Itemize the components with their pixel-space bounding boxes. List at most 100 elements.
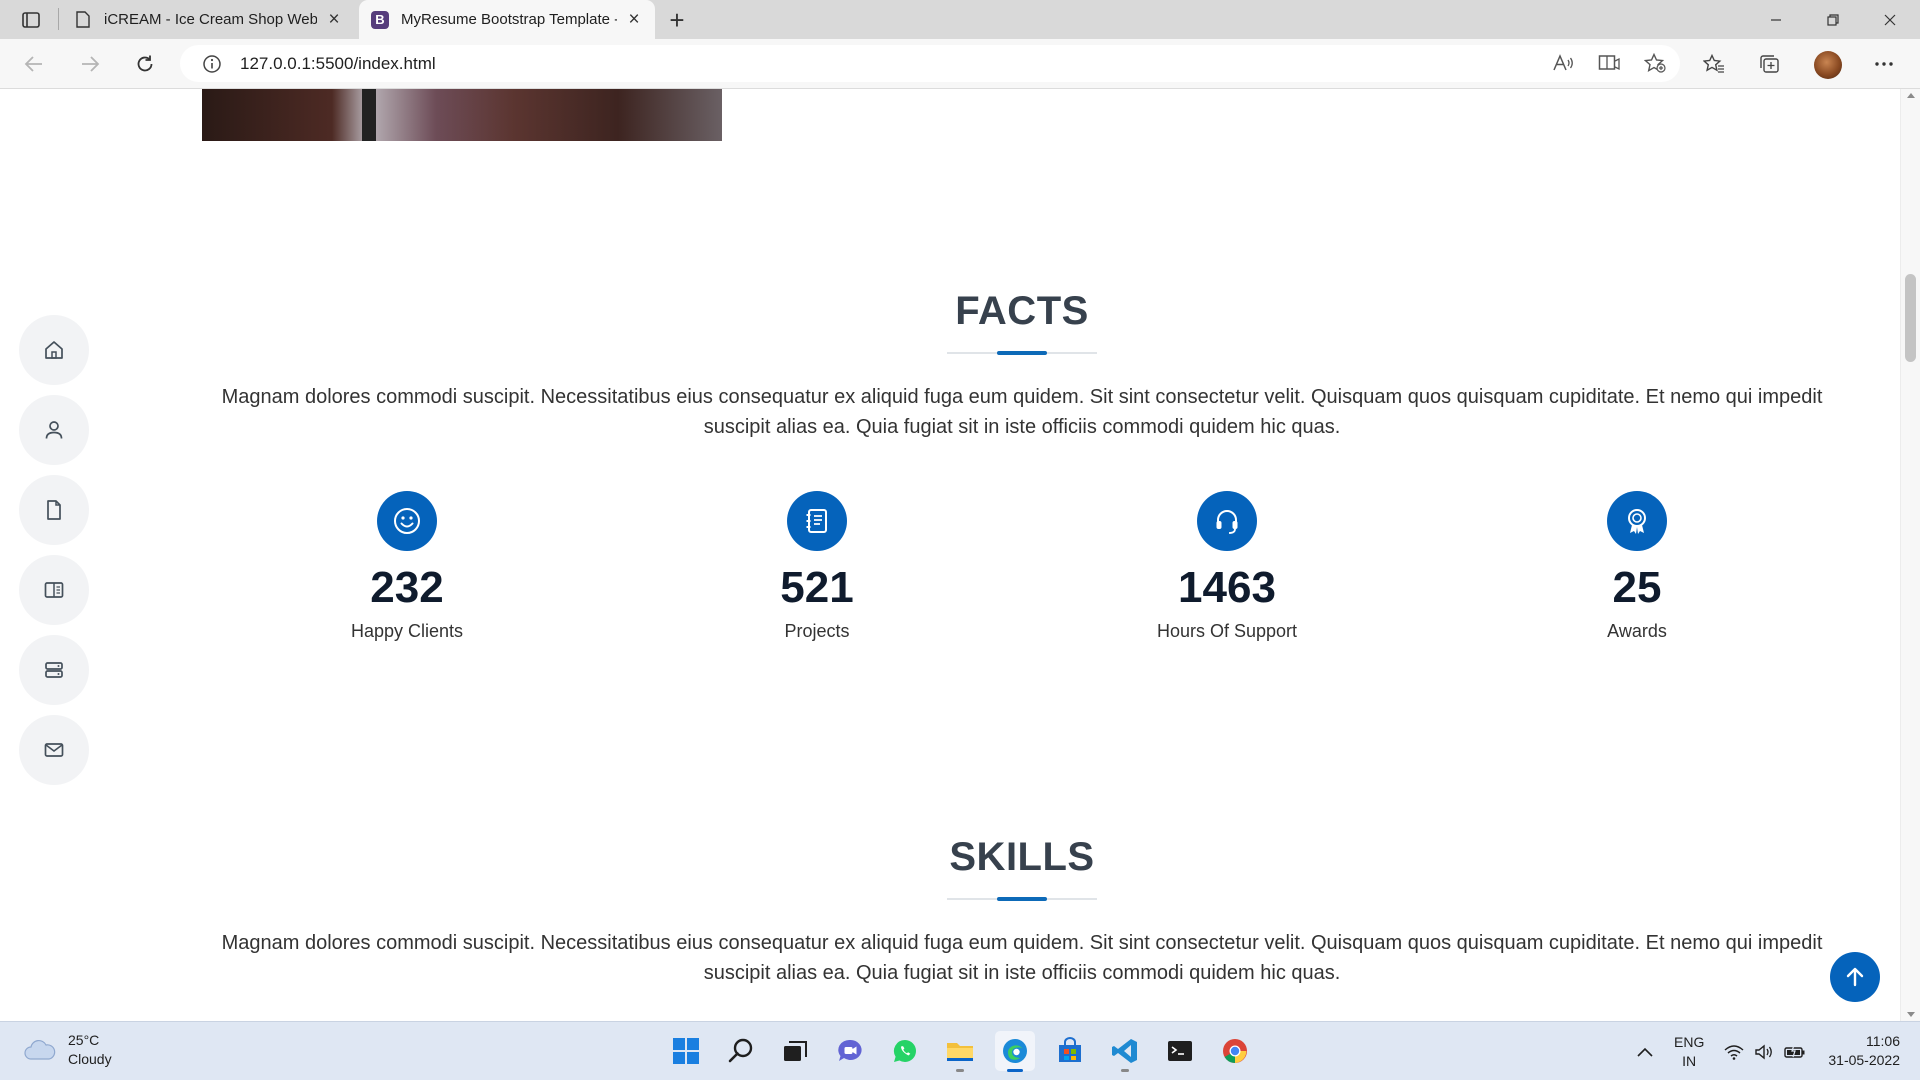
add-favorite-icon[interactable] <box>1644 53 1666 73</box>
favorites-icon[interactable] <box>1700 50 1728 78</box>
task-view-button[interactable] <box>775 1031 815 1071</box>
language-indicator[interactable]: ENG IN <box>1674 1022 1704 1081</box>
scroll-up-arrow[interactable] <box>1907 93 1915 98</box>
fact-value: 1463 <box>1178 563 1276 612</box>
more-menu-icon[interactable] <box>1870 50 1898 78</box>
restore-button[interactable] <box>1805 0 1861 39</box>
nav-home[interactable] <box>19 315 89 385</box>
journal-list-icon <box>787 491 847 551</box>
show-hidden-icons[interactable] <box>1636 1022 1654 1081</box>
clock-date: 31-05-2022 <box>1828 1052 1900 1068</box>
server-icon <box>45 662 63 678</box>
tab-myresume[interactable]: B MyResume Bootstrap Template - Index × <box>359 0 655 39</box>
read-aloud-icon[interactable] <box>1552 53 1574 73</box>
back-to-top-button[interactable] <box>1830 952 1880 1002</box>
refresh-icon[interactable] <box>131 50 159 78</box>
side-nav <box>19 315 89 785</box>
tab-divider <box>58 8 59 30</box>
file-icon <box>47 500 61 520</box>
close-window-button[interactable] <box>1862 0 1918 39</box>
award-icon <box>1607 491 1667 551</box>
weather-condition: Cloudy <box>68 1051 112 1067</box>
teams-chat-icon <box>838 1039 862 1061</box>
system-clock[interactable]: 11:06 31-05-2022 <box>1824 1032 1900 1070</box>
whatsapp-icon <box>893 1039 916 1062</box>
start-button[interactable] <box>666 1031 706 1071</box>
nav-services[interactable] <box>19 635 89 705</box>
site-info-icon[interactable] <box>202 54 222 74</box>
tab-title: iCREAM - Ice Cream Shop Website <box>104 11 317 28</box>
task-view-icon <box>784 1041 807 1061</box>
page-scrollbar[interactable] <box>1900 89 1920 1021</box>
facts-counters: 232 Happy Clients 521 Projects 1463 Hour… <box>202 491 1842 642</box>
close-tab-icon[interactable]: × <box>325 9 343 30</box>
facts-section: FACTS Magnam dolores commodi suscipit. N… <box>202 289 1842 442</box>
tab-icream[interactable]: iCREAM - Ice Cream Shop Website × <box>62 0 355 39</box>
edge-icon <box>1003 1039 1027 1063</box>
language-line2: IN <box>1682 1052 1697 1069</box>
arrow-up-icon <box>1846 967 1864 987</box>
chevron-up-icon <box>1637 1047 1653 1057</box>
teams-chat-button[interactable] <box>830 1031 870 1071</box>
windows-taskbar: 25°C Cloudy ENG IN 11:06 31-05-2022 <box>0 1021 1920 1080</box>
collections-icon[interactable] <box>1756 50 1784 78</box>
nav-portfolio[interactable] <box>19 555 89 625</box>
fact-value: 232 <box>370 563 444 612</box>
address-bar-row: 127.0.0.1:5500/index.html <box>0 39 1920 89</box>
fact-happy-clients: 232 Happy Clients <box>202 491 612 642</box>
fact-label: Happy Clients <box>350 621 464 641</box>
fact-label: Projects <box>784 621 850 641</box>
weather-widget[interactable]: 25°C Cloudy <box>22 1031 112 1069</box>
profile-avatar[interactable] <box>1814 51 1842 79</box>
skills-section: SKILLS Magnam dolores commodi suscipit. … <box>202 835 1842 988</box>
battery-icon <box>1784 1044 1805 1058</box>
skills-title: SKILLS <box>949 835 1095 879</box>
store-button[interactable] <box>1050 1031 1090 1071</box>
url-field[interactable]: 127.0.0.1:5500/index.html <box>180 45 1680 82</box>
new-tab-button[interactable]: + <box>664 5 690 35</box>
fact-support-hours: 1463 Hours Of Support <box>1022 491 1432 642</box>
volume-icon <box>1755 1044 1772 1059</box>
page-viewport: FACTS Magnam dolores commodi suscipit. N… <box>0 89 1920 1021</box>
close-tab-icon[interactable]: × <box>625 9 643 30</box>
search-button[interactable] <box>721 1031 761 1071</box>
clock-time: 11:06 <box>1866 1033 1900 1049</box>
smiley-icon <box>377 491 437 551</box>
nav-resume[interactable] <box>19 475 89 545</box>
edge-button[interactable] <box>995 1031 1035 1072</box>
person-icon <box>45 421 63 439</box>
book-icon <box>44 582 64 598</box>
tab-title: MyResume Bootstrap Template - Index <box>401 11 617 28</box>
chrome-button[interactable] <box>1215 1031 1255 1071</box>
fact-awards: 25 Awards <box>1432 491 1842 642</box>
immersive-reader-icon[interactable] <box>1598 53 1620 73</box>
nav-contact[interactable] <box>19 715 89 785</box>
system-tray-icons[interactable] <box>1724 1022 1806 1081</box>
bootstrap-favicon: B <box>371 10 389 29</box>
wifi-icon <box>1724 1044 1744 1060</box>
fact-label: Hours Of Support <box>1156 621 1298 641</box>
fact-label: Awards <box>1607 621 1667 641</box>
scrollbar-thumb[interactable] <box>1905 274 1916 362</box>
tab-actions-icon[interactable] <box>18 9 44 31</box>
url-text: 127.0.0.1:5500/index.html <box>240 53 436 73</box>
store-icon <box>1059 1037 1081 1062</box>
minimize-button[interactable] <box>1748 0 1804 39</box>
weather-temp: 25°C <box>68 1032 100 1048</box>
file-explorer-button[interactable] <box>940 1031 980 1072</box>
browser-tab-bar: iCREAM - Ice Cream Shop Website × B MyRe… <box>0 0 1920 39</box>
fact-value: 25 <box>1612 563 1662 612</box>
scroll-down-arrow[interactable] <box>1907 1012 1915 1017</box>
envelope-icon <box>44 743 64 757</box>
headset-icon <box>1197 491 1257 551</box>
vscode-button[interactable] <box>1105 1031 1145 1072</box>
terminal-button[interactable] <box>1160 1031 1200 1071</box>
whatsapp-button[interactable] <box>885 1031 925 1071</box>
forward-arrow-icon[interactable] <box>76 50 104 78</box>
cloud-icon <box>24 1039 56 1060</box>
back-arrow-icon[interactable] <box>20 50 48 78</box>
skills-description: Magnam dolores commodi suscipit. Necessi… <box>221 932 1823 984</box>
fact-projects: 521 Projects <box>612 491 1022 642</box>
nav-about[interactable] <box>19 395 89 465</box>
search-icon <box>728 1038 753 1063</box>
